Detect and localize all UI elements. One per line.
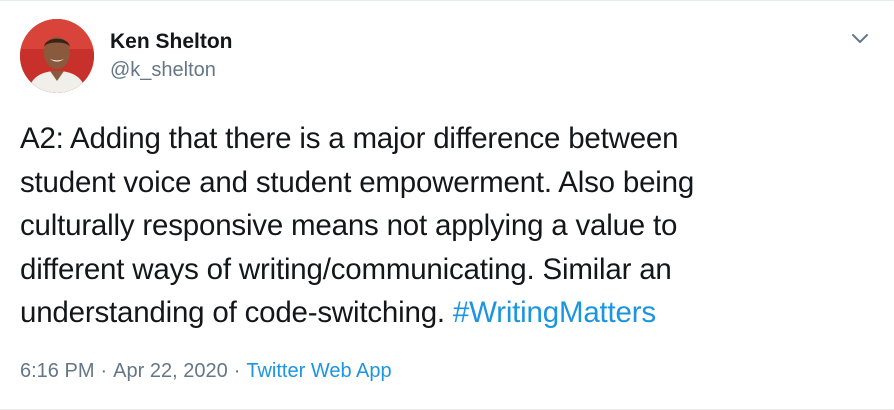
meta-separator: · xyxy=(233,360,241,382)
tweet-source-link[interactable]: Twitter Web App xyxy=(246,360,391,382)
tweet-text: A2: Adding that there is a major differe… xyxy=(20,117,880,335)
chevron-down-icon[interactable] xyxy=(846,29,874,49)
tweet-time[interactable]: 6:16 PM xyxy=(20,360,94,382)
author-avatar[interactable] xyxy=(20,19,94,93)
tweet-text-line: understanding of code-switching. #Writin… xyxy=(20,291,880,335)
tweet-text-segment: understanding of code-switching. xyxy=(20,296,453,329)
author-handle[interactable]: @k_shelton xyxy=(110,57,216,83)
tweet-card: Ken Shelton @k_shelton A2: Adding that t… xyxy=(0,0,894,410)
tweet-meta: 6:16 PM · Apr 22, 2020 · Twitter Web App xyxy=(20,358,392,384)
tweet-text-line: different ways of writing/communicating.… xyxy=(20,252,672,286)
profile-photo-icon xyxy=(20,19,94,93)
meta-separator: · xyxy=(100,360,108,382)
hashtag-link[interactable]: #WritingMatters xyxy=(453,296,656,329)
tweet-text-line: culturally responsive means not applying… xyxy=(20,209,678,242)
tweet-text-line: student voice and student empowerment. A… xyxy=(20,165,695,199)
tweet-text-line: A2: Adding that there is a major differe… xyxy=(20,122,679,155)
tweet-date[interactable]: Apr 22, 2020 xyxy=(113,360,228,382)
author-name[interactable]: Ken Shelton xyxy=(110,29,233,55)
